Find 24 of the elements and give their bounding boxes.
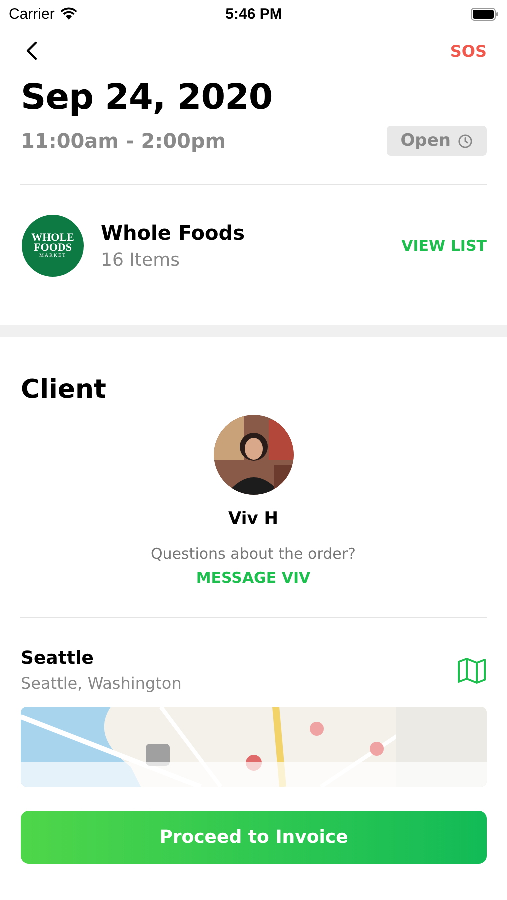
- time-range: 11:00am - 2:00pm: [21, 129, 226, 153]
- section-heading: Client: [20, 374, 108, 405]
- question-text: Questions about the order?: [150, 545, 356, 563]
- sos-button[interactable]: SOS: [450, 42, 487, 60]
- clock-icon: [458, 134, 473, 148]
- back-button[interactable]: [26, 41, 38, 61]
- proceed-button[interactable]: Proceed to Invoice: [21, 811, 487, 864]
- logo-text: FOODS: [34, 242, 72, 252]
- battery-icon: [470, 8, 499, 20]
- store-name: Whole Foods: [101, 221, 246, 245]
- clock-time: 5:46 PM: [226, 6, 282, 22]
- wifi-icon: [60, 7, 78, 21]
- map-icon: [457, 656, 487, 684]
- location-region: Seattle, Washington: [21, 674, 182, 693]
- message-link[interactable]: MESSAGE VIV: [196, 569, 311, 587]
- view-list-link[interactable]: VIEW LIST: [402, 237, 487, 255]
- date-title: Sep 24, 2020: [20, 77, 274, 118]
- location-name: Seattle: [21, 648, 95, 669]
- client-name: Viv H: [228, 509, 278, 529]
- logo-text: WHOLE: [32, 232, 74, 242]
- item-count: 16 Items: [101, 250, 181, 271]
- back-icon: [26, 41, 38, 61]
- status-label: Open: [400, 131, 451, 151]
- carrier-label: Carrier: [9, 6, 55, 22]
